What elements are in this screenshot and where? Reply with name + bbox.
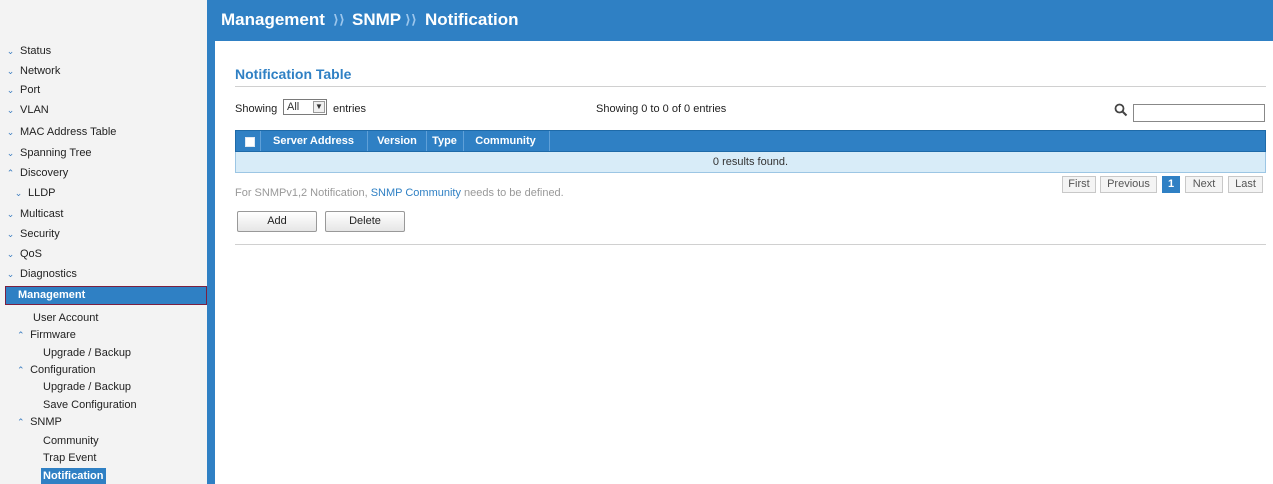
note-prefix: For SNMPv1,2 Notification, (235, 187, 371, 199)
entries-info: Showing 0 to 0 of 0 entries (596, 103, 727, 115)
sidebar-item-port[interactable]: ⌄ Port (0, 82, 40, 99)
sidebar-divider (207, 0, 215, 484)
entries-select[interactable]: All ▼ (283, 99, 327, 115)
delete-button[interactable]: Delete (325, 211, 405, 232)
sidebar-item-qos[interactable]: ⌄ QoS (0, 246, 42, 263)
sidebar-item-spanning-tree[interactable]: ⌄ Spanning Tree (0, 145, 92, 162)
sidebar-item-diagnostics[interactable]: ⌄ Diagnostics (0, 266, 77, 283)
chevron-down-icon: ⌄ (14, 188, 23, 198)
sidebar-item-trap-event[interactable]: Trap Event (43, 450, 96, 466)
column-separator (549, 131, 550, 151)
sidebar-item-firmware-upgrade-backup[interactable]: Upgrade / Backup (43, 345, 131, 361)
divider (235, 244, 1266, 245)
chevron-down-icon: ⌄ (6, 229, 15, 239)
sidebar-item-network[interactable]: ⌄ Network (0, 63, 61, 80)
sidebar-item-snmp[interactable]: ⌃ SNMP (17, 414, 62, 430)
pagination-previous-button[interactable]: Previous (1100, 176, 1157, 193)
sidebar-item-community[interactable]: Community (43, 433, 99, 449)
chevron-down-icon: ⌄ (6, 249, 15, 259)
search-input[interactable] (1133, 104, 1265, 122)
sidebar-item-vlan[interactable]: ⌄ VLAN (0, 102, 49, 119)
pagination-last-button[interactable]: Last (1228, 176, 1263, 193)
add-button[interactable]: Add (237, 211, 317, 232)
breadcrumb: Management ⟩⟩ SNMP ⟩⟩ Notification (215, 0, 1273, 41)
column-header-community[interactable]: Community (464, 131, 547, 151)
entries-label: entries (333, 103, 367, 115)
chevron-down-icon: ▼ (313, 101, 325, 113)
breadcrumb-notification: Notification (425, 10, 519, 29)
note-suffix: needs to be defined. (460, 187, 564, 199)
table-empty-row: 0 results found. (235, 152, 1266, 173)
chevron-up-icon: ⌃ (17, 417, 25, 427)
search-icon (1114, 103, 1128, 117)
sidebar-item-config-upgrade-backup[interactable]: Upgrade / Backup (43, 379, 131, 395)
sidebar: ⌄ Status ⌄ Network ⌄ Port ⌄ VLAN ⌄ MAC Addres… (0, 0, 207, 484)
breadcrumb-management: Management (221, 10, 325, 29)
chevron-down-icon: ⌄ (6, 209, 15, 219)
pagination-page-button[interactable]: 1 (1162, 176, 1180, 193)
chevron-down-icon: ⌄ (6, 127, 15, 137)
sidebar-item-multicast[interactable]: ⌄ Multicast (0, 206, 64, 223)
table-header: Server Address Version Type Community (235, 130, 1266, 152)
sidebar-item-management[interactable]: Management (5, 286, 207, 305)
sidebar-item-discovery[interactable]: ⌃ Discovery (0, 165, 69, 182)
sidebar-item-mac-address-table[interactable]: ⌄ MAC Address Table (0, 124, 117, 141)
pagination-first-button[interactable]: First (1062, 176, 1096, 193)
breadcrumb-snmp: SNMP (352, 10, 402, 29)
chevron-down-icon: ⌄ (6, 46, 15, 56)
breadcrumb-separator-icon: ⟩⟩ (405, 12, 417, 27)
chevron-down-icon: ⌄ (6, 148, 15, 158)
sidebar-item-lldp[interactable]: ⌄ LLDP (8, 185, 56, 202)
sidebar-item-security[interactable]: ⌄ Security (0, 226, 60, 243)
column-header-server-address[interactable]: Server Address (261, 131, 366, 151)
divider (235, 86, 1266, 87)
page-title: Notification Table (235, 66, 352, 82)
chevron-down-icon: ⌄ (6, 85, 15, 95)
sidebar-item-firmware[interactable]: ⌃ Firmware (17, 327, 76, 343)
snmp-community-link[interactable]: SNMP Community (371, 187, 461, 199)
sidebar-item-notification[interactable]: Notification (41, 468, 106, 484)
sidebar-item-configuration[interactable]: ⌃ Configuration (17, 362, 96, 378)
column-header-type[interactable]: Type (427, 131, 462, 151)
chevron-up-icon: ⌃ (6, 168, 15, 178)
pagination-next-button[interactable]: Next (1185, 176, 1223, 193)
sidebar-item-user-account[interactable]: User Account (33, 310, 98, 326)
entries-select-value: All (287, 101, 300, 113)
showing-label: Showing (235, 103, 278, 115)
sidebar-item-save-configuration[interactable]: Save Configuration (43, 397, 137, 413)
chevron-up-icon: ⌃ (17, 330, 25, 340)
sidebar-item-status[interactable]: ⌄ Status (0, 43, 51, 60)
chevron-down-icon: ⌄ (6, 269, 15, 279)
chevron-down-icon: ⌄ (6, 105, 15, 115)
chevron-down-icon: ⌄ (6, 66, 15, 76)
column-header-version[interactable]: Version (368, 131, 426, 151)
select-all-checkbox[interactable] (245, 137, 255, 147)
chevron-up-icon: ⌃ (17, 365, 25, 375)
snmp-note: For SNMPv1,2 Notification, SNMP Communit… (235, 187, 564, 199)
breadcrumb-separator-icon: ⟩⟩ (333, 12, 345, 27)
